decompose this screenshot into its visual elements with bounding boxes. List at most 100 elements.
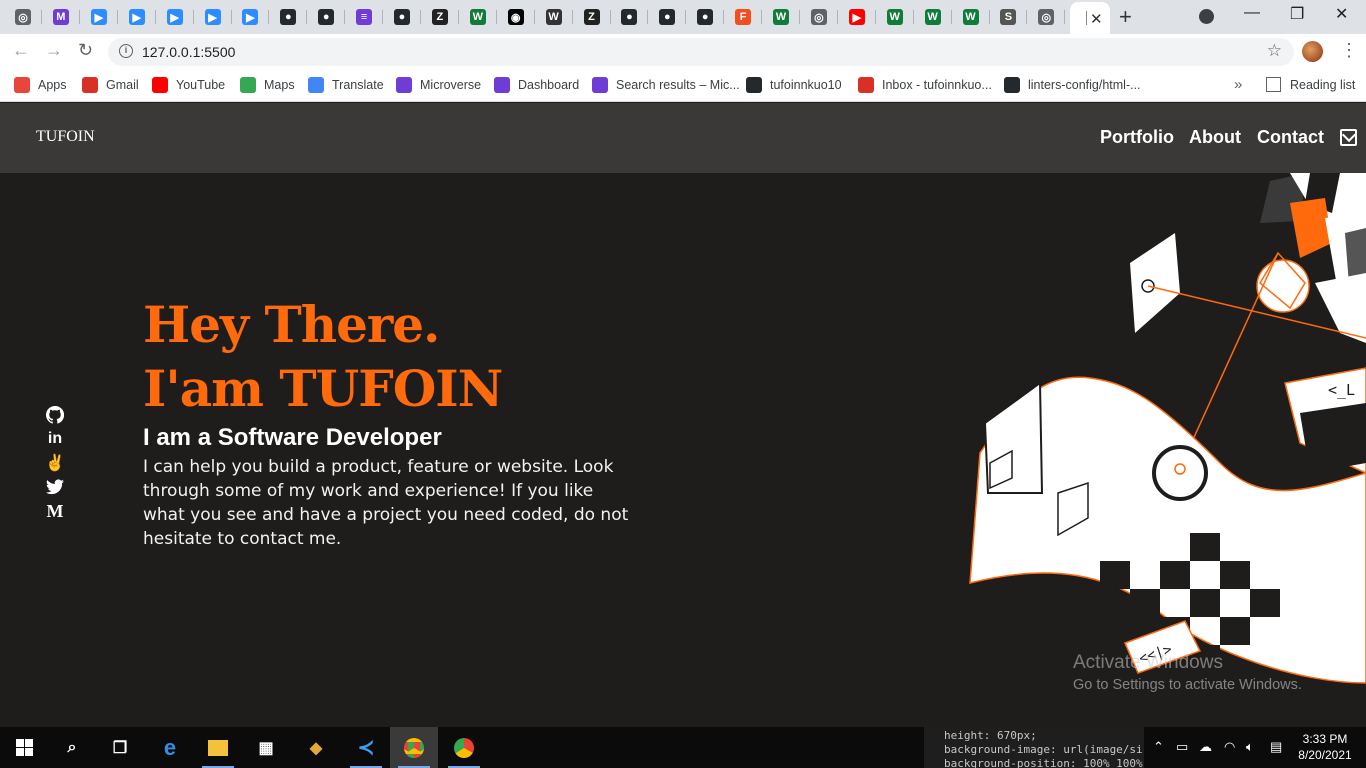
profile-menu-icon[interactable] <box>1199 9 1214 24</box>
bookmark-item[interactable]: Search results – Mic... <box>592 77 740 93</box>
browser-tab[interactable]: W <box>766 6 796 28</box>
tab-favicon-icon: ● <box>697 9 714 25</box>
browser-tab[interactable]: ● <box>273 6 303 28</box>
volume-icon[interactable]: 🔈︎ <box>1246 739 1254 755</box>
bookmark-label: Dashboard <box>518 78 580 92</box>
browser-tab[interactable]: ▶ <box>160 6 190 28</box>
nav-portfolio[interactable]: Portfolio <box>1100 127 1174 148</box>
git-icon[interactable]: ◆ <box>292 727 340 768</box>
bookmarks-bar: » Reading list Apps Gmail YouTube Maps Trans… <box>0 70 1366 102</box>
browser-tab[interactable]: Z <box>425 6 455 28</box>
reload-button[interactable]: ↻ <box>78 40 93 61</box>
browser-tab[interactable]: ≡ <box>349 6 379 28</box>
show-hidden-icons[interactable]: ⌃ <box>1153 739 1164 755</box>
browser-tab[interactable]: ▶ <box>235 6 265 28</box>
chrome-icon[interactable] <box>390 727 438 768</box>
browser-tab[interactable]: ● <box>311 6 341 28</box>
wifi-icon[interactable]: ◠ <box>1224 739 1235 755</box>
browser-tab[interactable]: M <box>46 6 76 28</box>
vscode-icon[interactable]: ≺ <box>342 727 390 768</box>
browser-tab[interactable]: W <box>880 6 910 28</box>
tab-separator <box>609 10 611 24</box>
address-bar[interactable]: i 127.0.0.1:5500 ☆ <box>108 38 1294 66</box>
browser-tab[interactable]: ◉ <box>501 6 531 28</box>
browser-tab[interactable]: S <box>993 6 1023 28</box>
browser-tab[interactable]: Z <box>577 6 607 28</box>
browser-tab[interactable]: ▶ <box>122 6 152 28</box>
tab-separator <box>1026 10 1028 24</box>
browser-tab[interactable]: ● <box>387 6 417 28</box>
taskbar-clock[interactable]: 3:33 PM 8/20/2021 <box>1290 731 1360 763</box>
edge-icon[interactable]: e <box>146 727 194 768</box>
tab-separator <box>571 10 573 24</box>
browser-tab[interactable]: ● <box>652 6 682 28</box>
art-code-label-1: <_L <box>1328 381 1355 399</box>
bookmark-item[interactable]: Gmail <box>82 77 139 93</box>
browser-tab[interactable]: ◎ <box>1031 6 1061 28</box>
back-button[interactable]: ← <box>12 40 30 61</box>
browser-tab[interactable]: ● <box>614 6 644 28</box>
maximize-button[interactable]: ❐ <box>1290 4 1304 24</box>
task-view-icon[interactable]: ❐ <box>96 727 144 768</box>
browser-tab[interactable]: W <box>918 6 948 28</box>
linkedin-icon[interactable]: in <box>45 429 65 449</box>
chrome-profile-icon[interactable] <box>440 727 488 768</box>
forward-button[interactable]: → <box>45 40 63 61</box>
browser-tab[interactable]: W <box>956 6 986 28</box>
bookmark-item[interactable]: Dashboard <box>494 77 579 93</box>
nav-contact[interactable]: Contact <box>1257 127 1324 148</box>
more-bookmarks-button[interactable]: » <box>1234 76 1242 93</box>
bookmark-item[interactable]: YouTube <box>152 77 225 93</box>
site-logo[interactable]: TUFOIN <box>36 128 95 146</box>
browser-tab[interactable]: ◎ <box>8 6 38 28</box>
hero-role: I am a Software Developer <box>143 424 442 451</box>
browser-tab[interactable]: F <box>728 6 758 28</box>
bookmark-label: linters-config/html-... <box>1028 78 1141 92</box>
bookmark-item[interactable]: Microverse <box>396 77 481 93</box>
nav-about[interactable]: About <box>1189 127 1241 148</box>
search-icon[interactable]: ⌕ <box>48 727 96 768</box>
bookmark-item[interactable]: Maps <box>240 77 295 93</box>
browser-tab[interactable]: ▶ <box>84 6 114 28</box>
bookmark-item[interactable]: Translate <box>308 77 384 93</box>
windows-activation-subtitle: Go to Settings to activate Windows. <box>1073 677 1302 693</box>
twitter-icon[interactable] <box>45 477 65 497</box>
bookmark-item[interactable]: tufoinnkuo10 <box>746 77 842 93</box>
tab-separator <box>799 10 800 24</box>
tab-separator <box>41 10 42 24</box>
bookmark-item[interactable]: linters-config/html-... <box>1004 77 1141 93</box>
minimize-button[interactable]: — <box>1244 4 1260 22</box>
browser-tab[interactable]: W <box>539 6 569 28</box>
new-tab-button[interactable]: + <box>1119 4 1132 30</box>
gmail-icon <box>82 77 98 93</box>
bookmark-item[interactable]: Apps <box>14 77 67 93</box>
tab-active[interactable]: ✕ <box>1070 2 1110 34</box>
notifications-icon[interactable]: ▤ <box>1270 739 1282 755</box>
bookmark-star-icon[interactable]: ☆ <box>1267 41 1282 61</box>
onedrive-icon[interactable]: ☁ <box>1199 739 1212 755</box>
url-text[interactable]: 127.0.0.1:5500 <box>142 44 235 60</box>
close-window-button[interactable]: ✕ <box>1335 4 1348 24</box>
browser-tab[interactable]: ▶ <box>198 6 228 28</box>
browser-tab[interactable]: ▶ <box>842 6 872 28</box>
browser-tab[interactable]: ◎ <box>804 6 834 28</box>
mail-icon[interactable] <box>1340 129 1357 146</box>
site-info-icon[interactable]: i <box>119 44 133 58</box>
medium-icon[interactable]: M <box>45 501 65 521</box>
file-explorer-icon[interactable] <box>194 727 242 768</box>
battery-icon[interactable]: ▭ <box>1176 739 1188 755</box>
tab-favicon-icon: ≡ <box>356 9 373 25</box>
tab-favicon-icon: M <box>52 9 69 25</box>
tab-favicon-icon: Z <box>431 9 448 25</box>
profile-avatar[interactable] <box>1302 41 1323 62</box>
close-tab-icon[interactable]: ✕ <box>1090 10 1103 28</box>
bookmark-item[interactable]: Inbox - tufoinnkuo... <box>858 77 992 93</box>
browser-tab[interactable]: W <box>463 6 493 28</box>
store-icon[interactable]: ▦ <box>242 727 290 768</box>
github-icon[interactable] <box>45 405 65 425</box>
reading-list-button[interactable]: Reading list <box>1266 77 1355 92</box>
browser-tab[interactable]: ● <box>690 6 720 28</box>
chrome-menu-icon[interactable]: ⋮ <box>1340 40 1358 61</box>
start-button[interactable] <box>0 727 48 768</box>
angellist-icon[interactable]: ✌ <box>45 453 65 473</box>
